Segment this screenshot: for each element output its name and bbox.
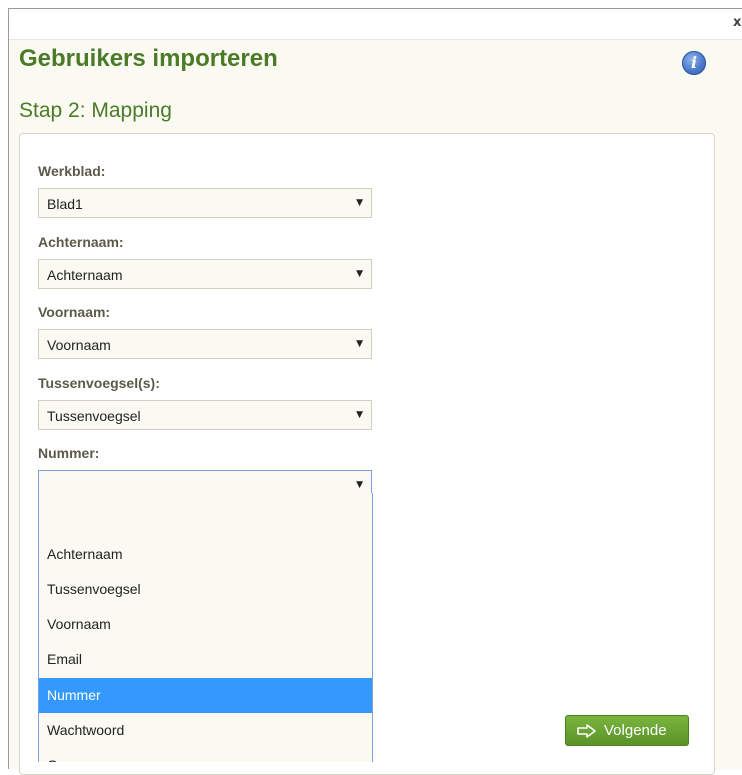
tussenvoegsel-select[interactable]: Tussenvoegsel ▼ [38,400,372,430]
step-title: Stap 2: Mapping [19,99,172,122]
chevron-down-icon: ▼ [356,339,363,349]
voornaam-label: Voornaam: [38,304,111,320]
info-icon-glyph: i [690,53,698,72]
voornaam-select-value: Voornaam [47,337,111,353]
dropdown-option-voornaam[interactable]: Voornaam [39,607,372,642]
werkblad-select-value: Blad1 [47,196,83,212]
page-title: Gebruikers importeren [19,45,278,72]
info-icon[interactable]: i [682,51,706,75]
dropdown-option-tussenvoegsel[interactable]: Tussenvoegsel [39,572,372,607]
nummer-dropdown-list: Achternaam Tussenvoegsel Voornaam Email … [38,493,373,762]
achternaam-select[interactable]: Achternaam ▼ [38,259,372,289]
werkblad-label: Werkblad: [38,163,106,179]
nummer-label: Nummer: [38,445,100,461]
close-icon[interactable]: x [733,15,742,31]
chevron-down-icon: ▼ [356,198,363,208]
arrow-right-icon [577,724,596,738]
dropdown-option-empty[interactable] [39,493,372,528]
werkblad-select[interactable]: Blad1 ▼ [38,188,372,218]
next-button[interactable]: Volgende [565,715,689,746]
dropdown-option-achternaam[interactable]: Achternaam [39,537,372,572]
dropdown-option-nummer[interactable]: Nummer [39,678,372,713]
voornaam-select[interactable]: Voornaam ▼ [38,329,372,359]
dialog-titlebar: x [9,9,742,40]
achternaam-label: Achternaam: [38,234,124,250]
dropdown-option-wachtwoord[interactable]: Wachtwoord [39,713,372,748]
tussenvoegsel-label: Tussenvoegsel(s): [38,375,160,391]
next-button-label: Volgende [604,722,667,739]
dropdown-option-email[interactable]: Email [39,642,372,677]
dropdown-option-groep[interactable]: Groep [39,748,372,762]
tussenvoegsel-select-value: Tussenvoegsel [47,408,141,424]
achternaam-select-value: Achternaam [47,267,123,283]
chevron-down-icon: ▼ [356,480,363,490]
chevron-down-icon: ▼ [356,269,363,279]
chevron-down-icon: ▼ [356,410,363,420]
